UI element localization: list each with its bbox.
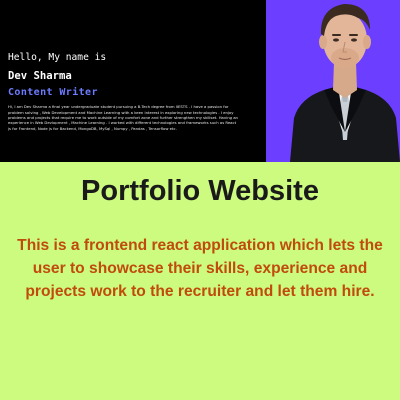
page-description: This is a frontend react application whi… [17, 237, 383, 300]
person-role: Content Writer [8, 87, 98, 99]
hero-section: Hello, My name is Dev Sharma Content Wri… [0, 0, 400, 162]
page-title: Portfolio Website [81, 175, 319, 207]
bio-paragraph: Hi, I am Dev Sharma a final year undergr… [8, 104, 238, 131]
person-photo [290, 4, 400, 162]
hero-intro: Hello, My name is Dev Sharma Content Wri… [8, 53, 260, 131]
greeting-text: Hello, My name is [8, 52, 107, 63]
person-name: Dev Sharma [8, 69, 72, 82]
portfolio-banner: Hello, My name is Dev Sharma Content Wri… [0, 0, 400, 400]
